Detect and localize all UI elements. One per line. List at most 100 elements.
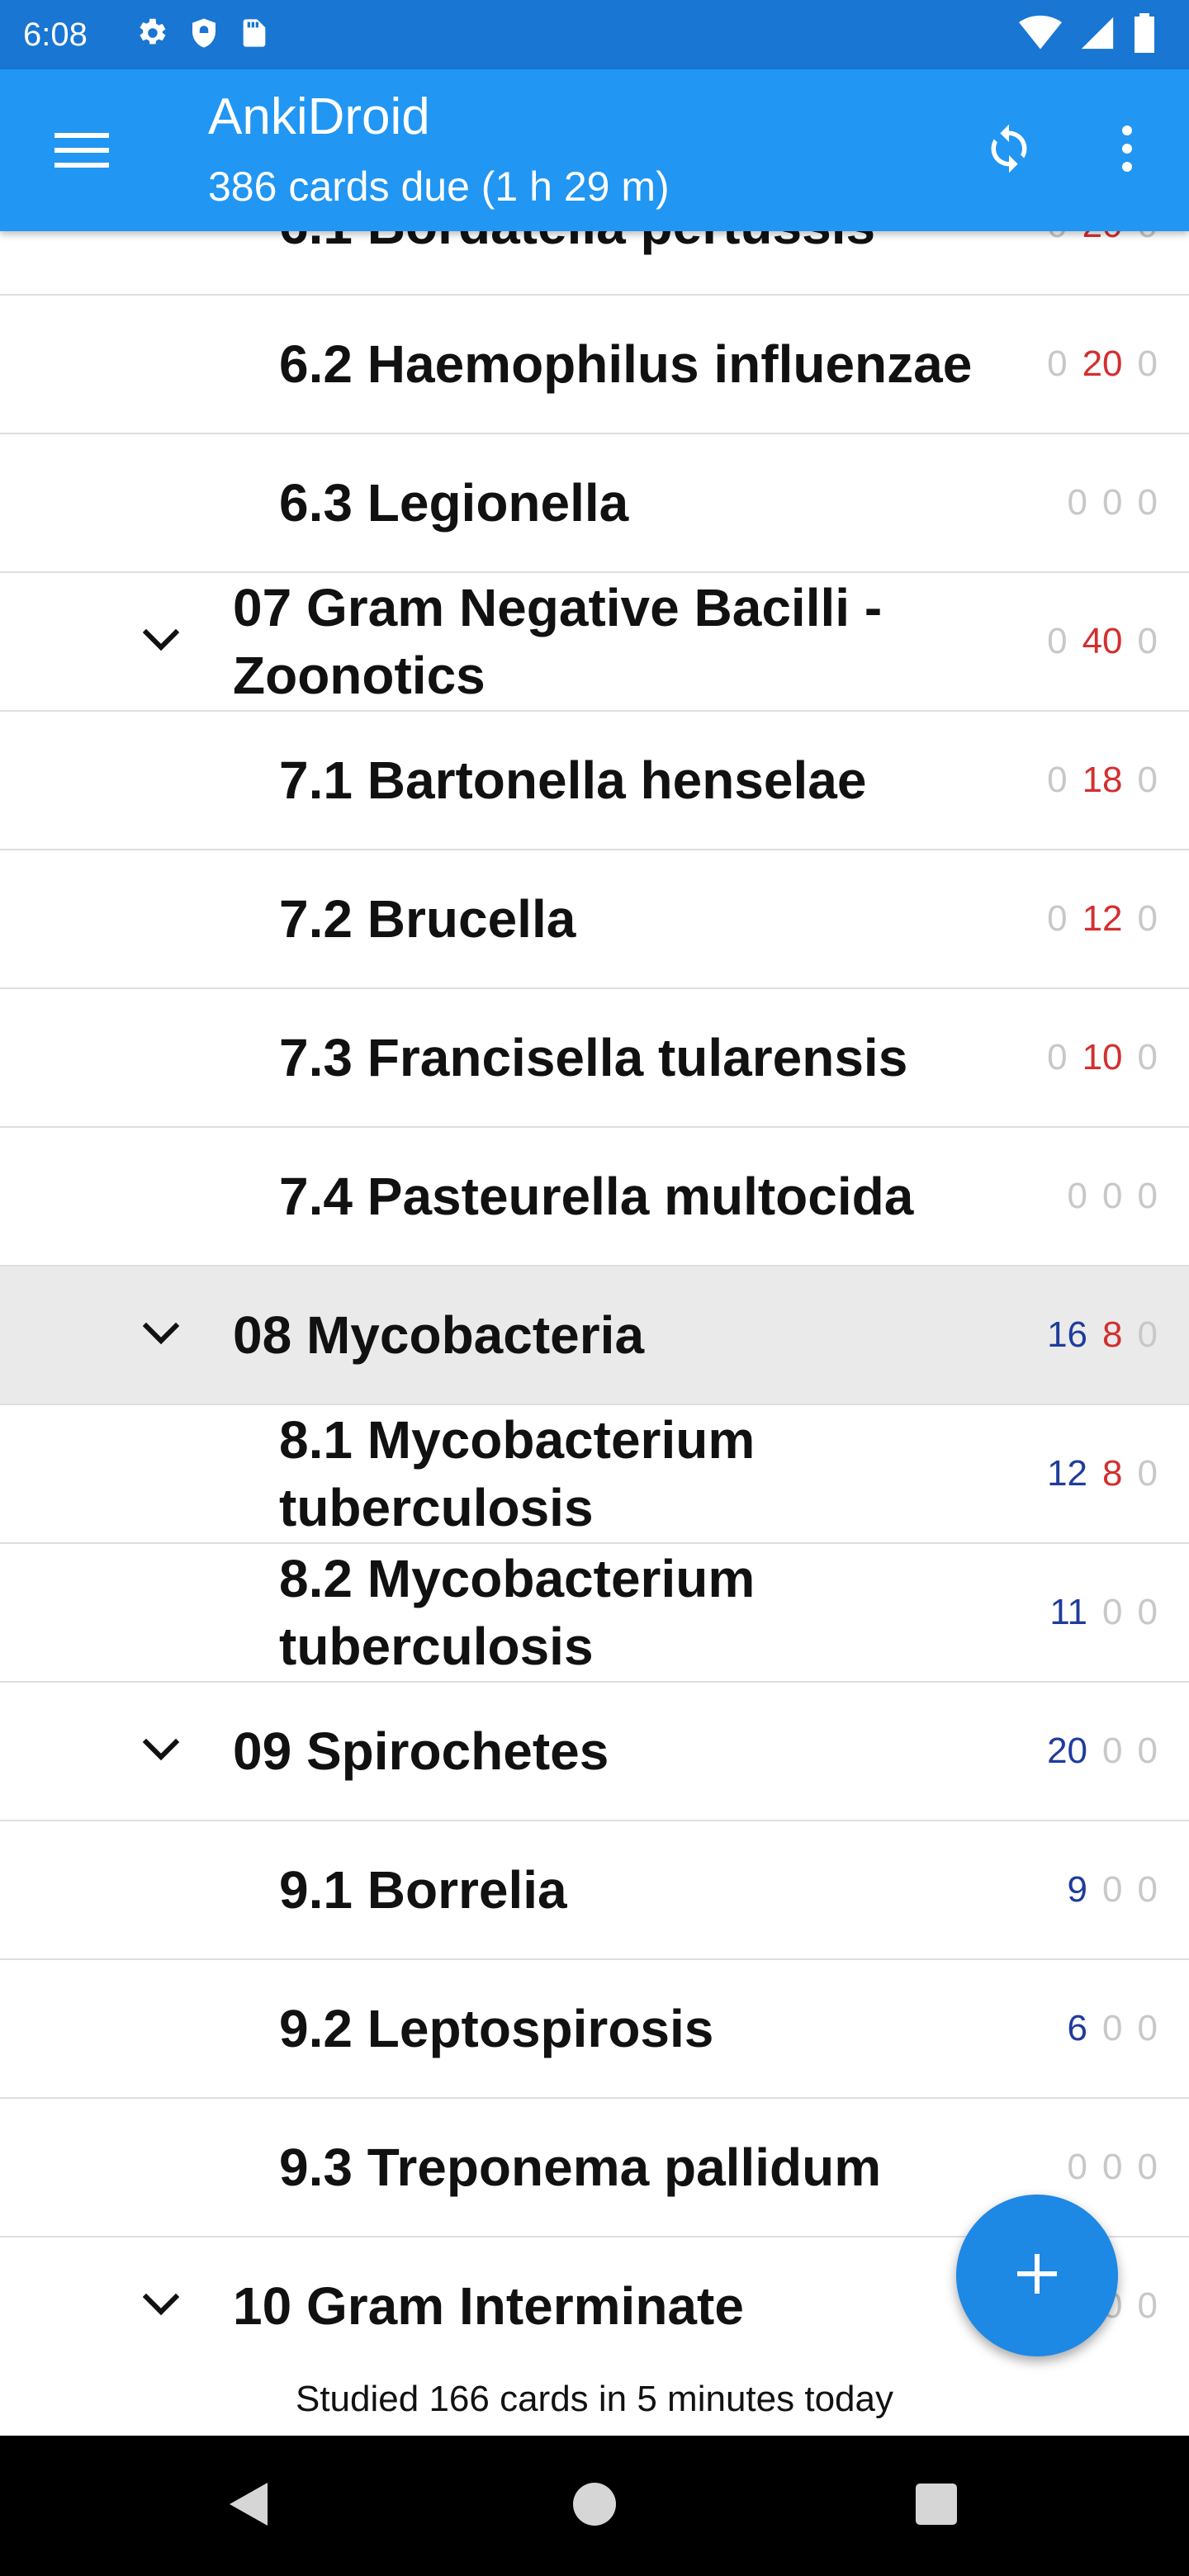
deck-name: 8.2 Mycobacterium tuberculosis: [279, 1549, 756, 1676]
deck-counts: 000: [1068, 482, 1158, 523]
shield-icon: [187, 14, 221, 56]
deck-row[interactable]: 08 Mycobacteria 16 8 0: [0, 1267, 1189, 1405]
deck-name: 6.3 Legionella: [279, 473, 629, 533]
sync-button[interactable]: [968, 109, 1050, 192]
new-count: 0: [1047, 231, 1067, 246]
expand-collapse-button[interactable]: [132, 2237, 190, 2375]
review-count: 0: [1137, 1592, 1158, 1632]
study-summary: Studied 166 cards in 5 minutes today: [0, 2363, 1189, 2436]
learn-count: 10: [1082, 1037, 1123, 1077]
new-count: 0: [1047, 343, 1068, 384]
deck-counts: 000: [1068, 2147, 1158, 2188]
deck-name: 7.4 Pasteurella multocida: [279, 1167, 914, 1226]
learn-count: 20: [1082, 231, 1123, 246]
review-count: 0: [1137, 1731, 1158, 1771]
learn-count: 8: [1102, 1453, 1123, 1494]
plus-icon: [1014, 2251, 1060, 2301]
deck-counts: 600: [1068, 2008, 1158, 2049]
review-count: 0: [1137, 1176, 1158, 1216]
overflow-menu-button[interactable]: [1090, 109, 1164, 192]
deck-name: 9.3 Treponema pallidum: [279, 2138, 882, 2197]
new-count: 16: [1047, 1314, 1088, 1355]
new-count: 0: [1047, 1037, 1068, 1077]
deck-name: 10 Gram Interminate: [233, 2276, 744, 2336]
deck-row[interactable]: 9.2 Leptospirosis 6 0 0: [0, 1960, 1189, 2099]
app-title: AnkiDroid: [208, 88, 430, 145]
review-count: 0: [1137, 621, 1158, 661]
deck-counts: 900: [1068, 1869, 1158, 1911]
deck-counts: 12 8 0: [1047, 1453, 1158, 1494]
battery-icon: [1133, 12, 1156, 57]
deck-name: 9.1 Borrelia: [279, 1860, 567, 1920]
review-count: 0: [1137, 1869, 1158, 1910]
deck-row[interactable]: 7.1 Bartonella henselae 0 18 0: [0, 712, 1189, 850]
deck-name: 9.2 Leptospirosis: [279, 1999, 714, 2058]
review-count: 0: [1137, 1453, 1158, 1494]
sd-card-icon: [238, 14, 271, 56]
deck-list[interactable]: 6.1 Bordatella pertussis 0 20 0 6.2 Haemophi…: [0, 231, 1189, 2436]
deck-row[interactable]: 6.3 Legionella 0 0 0: [0, 434, 1189, 573]
review-count: 0: [1137, 343, 1158, 384]
deck-name: 8.1 Mycobacterium tuberculosis: [279, 1410, 756, 1537]
system-navigation-bar: [0, 2436, 1189, 2576]
deck-row[interactable]: 09 Spirochetes 20 0 0: [0, 1683, 1189, 1821]
deck-counts: 0 40 0: [1047, 621, 1158, 662]
review-count: 0: [1137, 2008, 1158, 2048]
deck-counts: 0 18 0: [1047, 760, 1158, 801]
hamburger-menu-icon: [53, 130, 111, 175]
deck-row[interactable]: 6.2 Haemophilus influenzae 0 20 0: [0, 296, 1189, 434]
expand-collapse-button[interactable]: [132, 573, 190, 710]
home-button[interactable]: [528, 2436, 661, 2576]
expand-collapse-button[interactable]: [132, 1267, 190, 1404]
learn-count: 0: [1102, 2147, 1123, 2187]
deck-name: 6.1 Bordatella pertussis: [279, 231, 1006, 259]
new-count: 11: [1049, 1592, 1088, 1632]
learn-count: 0: [1102, 482, 1123, 523]
new-count: 20: [1047, 1731, 1088, 1771]
deck-counts: 0 20 0: [1047, 231, 1158, 246]
status-time: 6:08: [23, 17, 88, 53]
learn-count: 0: [1102, 1176, 1123, 1216]
deck-counts: 0 10 0: [1047, 1037, 1158, 1078]
new-count: 0: [1067, 482, 1088, 523]
deck-row[interactable]: 7.4 Pasteurella multocida 0 0 0: [0, 1128, 1189, 1267]
back-button[interactable]: [182, 2436, 314, 2576]
gear-icon: [132, 14, 170, 56]
deck-name: 6.2 Haemophilus influenzae: [279, 334, 973, 394]
deck-row[interactable]: 9.1 Borrelia 9 0 0: [0, 1821, 1189, 1960]
deck-name: 09 Spirochetes: [233, 1721, 609, 1781]
wifi-icon: [1019, 14, 1062, 56]
deck-counts: 11 0 0: [1049, 1592, 1158, 1633]
chevron-down-icon: [142, 2292, 180, 2321]
deck-row[interactable]: 8.2 Mycobacterium tuberculosis 11 0 0: [0, 1544, 1189, 1683]
deck-counts: 0 12 0: [1047, 898, 1158, 940]
deck-name: 7.1 Bartonella henselae: [279, 751, 867, 810]
add-button[interactable]: [956, 2195, 1118, 2356]
deck-counts: 2000: [1047, 1731, 1158, 1772]
deck-row[interactable]: 6.1 Bordatella pertussis 0 20 0: [0, 231, 1189, 296]
review-count: 0: [1137, 2285, 1158, 2326]
deck-name: 7.2 Brucella: [279, 889, 576, 949]
deck-row[interactable]: 07 Gram Negative Bacilli - Zoonotics 0 40 0: [0, 573, 1189, 712]
deck-counts: 0 20 0: [1047, 343, 1158, 385]
chevron-down-icon: [142, 627, 180, 656]
chevron-down-icon: [142, 1321, 180, 1350]
new-count: 0: [1047, 621, 1068, 661]
deck-row[interactable]: 7.3 Francisella tularensis 0 10 0: [0, 989, 1189, 1128]
new-count: 9: [1067, 1869, 1088, 1910]
more-vert-icon: [1119, 124, 1135, 178]
new-count: 12: [1047, 1453, 1088, 1494]
deck-row[interactable]: 8.1 Mycobacterium tuberculosis 12 8 0: [0, 1405, 1189, 1544]
recents-icon: [914, 2482, 959, 2531]
recents-button[interactable]: [870, 2436, 1002, 2576]
learn-count: 0: [1102, 2008, 1123, 2048]
review-count: 0: [1137, 2147, 1158, 2187]
navigation-drawer-button[interactable]: [36, 112, 127, 192]
app-bar: AnkiDroid 386 cards due (1 h 29 m): [0, 69, 1189, 231]
expand-collapse-button[interactable]: [132, 1683, 190, 1820]
deck-row[interactable]: 7.2 Brucella 0 12 0: [0, 850, 1189, 989]
deck-counts: 16 8 0: [1047, 1314, 1158, 1356]
new-count: 6: [1067, 2008, 1088, 2048]
chevron-down-icon: [142, 1737, 180, 1766]
new-count: 0: [1067, 1176, 1088, 1216]
